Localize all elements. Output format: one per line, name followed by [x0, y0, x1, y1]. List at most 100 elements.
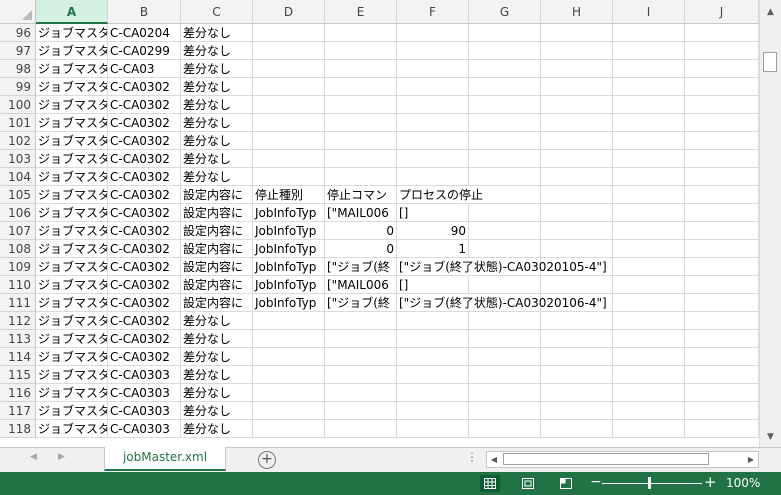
cell-c[interactable]: 差分なし — [181, 420, 253, 438]
cell-c[interactable]: 差分なし — [181, 132, 253, 150]
cell-h[interactable] — [541, 384, 613, 402]
column-header-f[interactable]: F — [397, 0, 469, 24]
cell-d[interactable] — [253, 402, 325, 420]
cell-j[interactable] — [685, 78, 759, 96]
cell-j[interactable] — [685, 42, 759, 60]
cell-a[interactable]: ジョブマスタ — [36, 240, 108, 258]
cell-j[interactable] — [685, 168, 759, 186]
cell-d[interactable] — [253, 366, 325, 384]
cell-i[interactable] — [613, 258, 685, 276]
tab-next-icon[interactable]: ▶ — [58, 452, 65, 462]
row-header[interactable]: 118 — [0, 420, 36, 438]
cell-c[interactable]: 差分なし — [181, 150, 253, 168]
cell-h[interactable] — [541, 312, 613, 330]
cell-g[interactable] — [469, 42, 541, 60]
cell-a[interactable]: ジョブマスタ — [36, 204, 108, 222]
cell-e[interactable] — [325, 402, 397, 420]
cell-f[interactable]: ["ジョブ(終了状態)-CA03020105-4"] — [397, 258, 607, 276]
cell-c[interactable]: 設定内容に — [181, 186, 253, 204]
cell-g[interactable] — [469, 402, 541, 420]
cell-c[interactable]: 設定内容に — [181, 258, 253, 276]
zoom-slider[interactable] — [602, 483, 702, 484]
cell-c[interactable]: 設定内容に — [181, 222, 253, 240]
cell-e[interactable] — [325, 60, 397, 78]
cell-j[interactable] — [685, 96, 759, 114]
cell-d[interactable] — [253, 114, 325, 132]
cell-b[interactable]: C-CA0302 — [108, 348, 181, 366]
cell-a[interactable]: ジョブマスタ — [36, 402, 108, 420]
cell-h[interactable] — [541, 330, 613, 348]
cell-i[interactable] — [613, 420, 685, 438]
cell-e[interactable] — [325, 168, 397, 186]
row-header[interactable]: 110 — [0, 276, 36, 294]
cell-b[interactable]: C-CA0302 — [108, 294, 181, 312]
cell-e[interactable]: 停止コマン — [325, 186, 397, 204]
cell-h[interactable] — [541, 240, 613, 258]
cell-f[interactable] — [397, 348, 469, 366]
cell-d[interactable] — [253, 384, 325, 402]
cell-b[interactable]: C-CA0302 — [108, 258, 181, 276]
cell-h[interactable] — [541, 186, 613, 204]
cell-c[interactable]: 差分なし — [181, 60, 253, 78]
cell-b[interactable]: C-CA0302 — [108, 78, 181, 96]
cell-i[interactable] — [613, 294, 685, 312]
cell-i[interactable] — [613, 330, 685, 348]
cell-b[interactable]: C-CA0303 — [108, 402, 181, 420]
cell-d[interactable]: JobInfoTyp — [253, 204, 325, 222]
cell-f[interactable] — [397, 60, 469, 78]
cell-b[interactable]: C-CA0302 — [108, 330, 181, 348]
cell-f[interactable] — [397, 24, 469, 42]
row-header[interactable]: 107 — [0, 222, 36, 240]
row-header[interactable]: 115 — [0, 366, 36, 384]
row-header[interactable]: 113 — [0, 330, 36, 348]
cell-j[interactable] — [685, 402, 759, 420]
cell-f[interactable]: ["ジョブ(終了状態)-CA03020106-4"] — [397, 294, 607, 312]
column-header-b[interactable]: B — [108, 0, 181, 24]
cell-c[interactable]: 差分なし — [181, 366, 253, 384]
cell-e[interactable] — [325, 150, 397, 168]
cell-j[interactable] — [685, 240, 759, 258]
cell-j[interactable] — [685, 384, 759, 402]
cell-j[interactable] — [685, 330, 759, 348]
cell-h[interactable] — [541, 366, 613, 384]
cell-b[interactable]: C-CA0303 — [108, 420, 181, 438]
column-header-g[interactable]: G — [469, 0, 541, 24]
cell-j[interactable] — [685, 366, 759, 384]
scroll-left-icon[interactable]: ◀ — [487, 452, 501, 467]
cell-d[interactable]: JobInfoTyp — [253, 222, 325, 240]
zoom-slider-thumb[interactable] — [648, 477, 651, 489]
cell-g[interactable] — [469, 168, 541, 186]
cell-e[interactable]: ["MAIL006 — [325, 276, 397, 294]
cell-c[interactable]: 差分なし — [181, 114, 253, 132]
cell-e[interactable] — [325, 420, 397, 438]
column-header-e[interactable]: E — [325, 0, 397, 24]
cell-d[interactable]: JobInfoTyp — [253, 294, 325, 312]
cell-e[interactable] — [325, 348, 397, 366]
cell-a[interactable]: ジョブマスタ — [36, 114, 108, 132]
cell-i[interactable] — [613, 384, 685, 402]
cell-e[interactable] — [325, 78, 397, 96]
cell-a[interactable]: ジョブマスタ — [36, 348, 108, 366]
cell-c[interactable]: 差分なし — [181, 312, 253, 330]
cell-h[interactable] — [541, 348, 613, 366]
cell-c[interactable]: 差分なし — [181, 42, 253, 60]
cell-a[interactable]: ジョブマスタ — [36, 366, 108, 384]
cell-a[interactable]: ジョブマスタ — [36, 150, 108, 168]
row-header[interactable]: 100 — [0, 96, 36, 114]
cell-c[interactable]: 差分なし — [181, 96, 253, 114]
cell-j[interactable] — [685, 114, 759, 132]
cell-h[interactable] — [541, 276, 613, 294]
cell-j[interactable] — [685, 258, 759, 276]
cell-i[interactable] — [613, 222, 685, 240]
tab-prev-icon[interactable]: ◀ — [30, 452, 37, 462]
cell-i[interactable] — [613, 60, 685, 78]
cell-h[interactable] — [541, 60, 613, 78]
cell-g[interactable] — [469, 78, 541, 96]
cell-d[interactable] — [253, 420, 325, 438]
cell-g[interactable] — [469, 276, 541, 294]
cell-a[interactable]: ジョブマスタ — [36, 276, 108, 294]
cell-i[interactable] — [613, 348, 685, 366]
cell-e[interactable]: ["ジョブ(終 — [325, 258, 397, 276]
cell-d[interactable]: JobInfoTyp — [253, 240, 325, 258]
cell-e[interactable] — [325, 132, 397, 150]
